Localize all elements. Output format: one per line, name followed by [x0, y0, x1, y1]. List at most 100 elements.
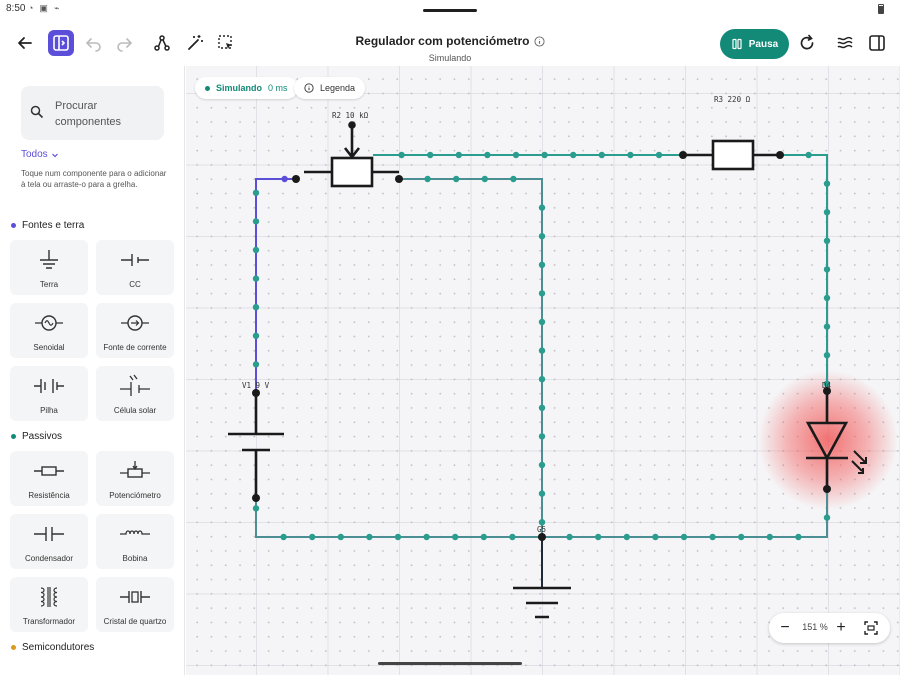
current-dot	[823, 180, 831, 187]
section-dot	[11, 223, 16, 228]
zoom-in-button[interactable]: +	[831, 618, 851, 638]
component-crystal[interactable]: Cristal de quartzo	[96, 577, 174, 632]
section-dot	[11, 645, 16, 650]
zoom-out-button[interactable]: −	[775, 618, 795, 638]
status-bar: 8:50 ◔▣⌁	[0, 0, 900, 18]
component-dc-source[interactable]: CC	[96, 240, 174, 295]
component-capacitor[interactable]: Condensador	[10, 514, 88, 569]
current-dot	[652, 533, 659, 541]
ground-symbol[interactable]	[513, 586, 571, 619]
battery-v1[interactable]	[228, 393, 284, 498]
waves-icon	[837, 36, 853, 49]
current-dot	[484, 151, 491, 159]
circuit-title[interactable]: Regulador com potenciómetro	[355, 34, 545, 48]
component-resistor[interactable]: Resistência	[10, 451, 88, 506]
current-dot	[481, 175, 488, 183]
solar-cell-icon	[120, 374, 150, 396]
search-input[interactable]: Procurar componentes	[21, 86, 164, 140]
library-hint: Toque num componente para o adicionar à …	[21, 169, 167, 189]
component-library: Procurar componentes Todos Toque num com…	[0, 66, 185, 675]
label-ground: G5	[537, 525, 546, 534]
resistor-r3[interactable]	[683, 139, 780, 171]
current-dot	[541, 151, 548, 159]
current-dot	[538, 347, 546, 354]
zoom-controls: − 151 % +	[769, 613, 890, 643]
current-dot	[823, 514, 831, 521]
current-dot	[366, 533, 373, 541]
refresh-icon	[800, 34, 814, 50]
current-dot	[538, 290, 546, 297]
label-r3: R3 220 Ω	[714, 95, 751, 104]
current-dot	[566, 533, 573, 541]
running-dot	[205, 85, 210, 91]
info-icon[interactable]	[533, 35, 545, 47]
section-title: Passivos	[22, 431, 63, 442]
transformer-icon	[40, 587, 58, 607]
current-dot	[538, 404, 546, 411]
current-dot	[823, 266, 831, 273]
component-solar-cell[interactable]: Célula solar	[96, 366, 174, 421]
resistor-icon	[34, 466, 64, 476]
current-dot	[510, 175, 517, 183]
restart-button[interactable]	[794, 30, 820, 56]
component-transformer[interactable]: Transformador	[10, 577, 88, 632]
inductor-icon	[120, 530, 150, 535]
current-dot	[252, 189, 260, 196]
current-dot	[281, 175, 288, 183]
dc-source-icon	[121, 254, 149, 266]
current-dot	[423, 533, 430, 541]
wire-bottom-left[interactable]	[255, 498, 542, 538]
section-semiconductors: Semicondutores	[11, 642, 94, 653]
current-dot	[424, 175, 431, 183]
component-current-source[interactable]: Fonte de corrente	[96, 303, 174, 358]
current-dot	[309, 533, 316, 541]
current-dot	[627, 151, 634, 159]
component-potentiometer[interactable]: Potenciómetro	[96, 451, 174, 506]
wire-led-bottom[interactable]	[542, 489, 828, 538]
ground-icon	[40, 250, 58, 269]
search-placeholder: Procurar componentes	[55, 100, 122, 128]
simulation-pill[interactable]: Simulando 0 ms	[195, 77, 298, 99]
pause-button[interactable]: Pausa	[720, 29, 789, 59]
wire-r3-led[interactable]	[780, 154, 828, 391]
current-dot	[805, 151, 812, 159]
sim-label: Simulando	[216, 83, 263, 93]
current-dot	[455, 151, 462, 159]
fit-screen-icon	[864, 621, 878, 635]
circuit-title-text: Regulador com potenciómetro	[355, 34, 530, 48]
current-dot	[823, 294, 831, 302]
component-sine-source[interactable]: Senoidal	[10, 303, 88, 358]
current-source-icon	[121, 315, 149, 331]
sim-time: 0 ms	[268, 83, 288, 93]
crystal-icon	[120, 591, 150, 603]
current-dot	[480, 533, 487, 541]
wire-v1-top[interactable]	[255, 178, 296, 393]
section-dot	[11, 434, 16, 439]
top-toolbar: Regulador com potenciómetro Simulando Pa…	[0, 18, 900, 66]
current-dot	[538, 376, 546, 383]
panel-right-icon	[869, 35, 885, 51]
section-title: Fontes e terra	[22, 220, 85, 231]
component-ground[interactable]: Terra	[10, 240, 88, 295]
waveform-button[interactable]	[832, 30, 858, 56]
current-dot	[509, 533, 516, 541]
current-dot	[823, 323, 831, 330]
current-dot	[570, 151, 577, 159]
category-filter[interactable]: Todos	[21, 149, 59, 160]
wire-wiper-loop[interactable]	[399, 178, 543, 537]
home-indicator	[378, 662, 522, 665]
current-dot	[394, 533, 402, 541]
current-dot	[709, 533, 716, 541]
capacitor-icon	[34, 527, 64, 541]
current-dot	[252, 218, 260, 225]
fit-screen-button[interactable]	[861, 618, 881, 638]
circuit-canvas[interactable]: R2 10 kΩ R3 220 Ω V1 9 V D4 G5 Simulando…	[186, 66, 900, 675]
battery-cell-icon	[34, 379, 64, 393]
component-battery[interactable]: Pilha	[10, 366, 88, 421]
legend-button[interactable]: Legenda	[294, 77, 366, 99]
toggle-properties-button[interactable]	[864, 30, 890, 56]
component-inductor[interactable]: Bobina	[96, 514, 174, 569]
current-dot	[598, 151, 605, 159]
current-dot	[538, 318, 546, 326]
current-dot	[398, 151, 405, 159]
